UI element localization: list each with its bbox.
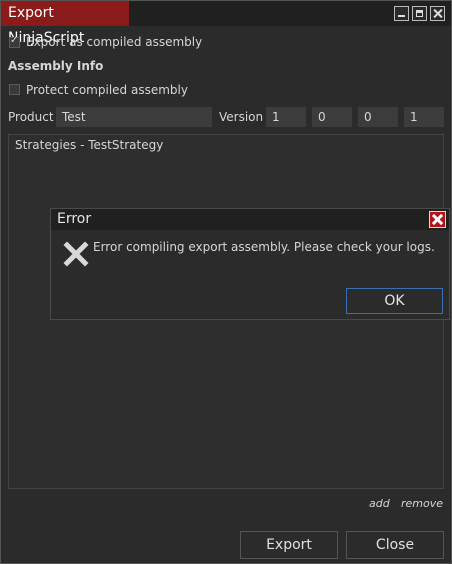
remove-link[interactable]: remove (401, 497, 443, 510)
list-item[interactable]: Strategies - TestStrategy (15, 138, 163, 152)
error-dialog-title: Error (57, 211, 92, 227)
product-label: Product (8, 110, 54, 124)
export-compiled-checkbox[interactable] (9, 35, 20, 48)
close-button[interactable]: Close (346, 531, 444, 559)
protect-assembly-checkbox[interactable] (9, 84, 20, 95)
export-compiled-label: Export as compiled assembly (26, 35, 203, 49)
protect-assembly-label: Protect compiled assembly (26, 83, 188, 97)
ok-button[interactable]: OK (346, 288, 443, 314)
version-label: Version (219, 110, 264, 124)
export-button[interactable]: Export (240, 531, 338, 559)
version-major-input[interactable]: 1 (266, 107, 306, 127)
export-ninjascript-window: Export NinjaScript Export as compiled as… (0, 0, 452, 564)
version-minor-input[interactable]: 0 (312, 107, 352, 127)
error-dialog: Error Error compiling export assembly. P… (50, 208, 450, 320)
assembly-info-heading: Assembly Info (8, 59, 104, 73)
error-dialog-title-bar: Error (51, 209, 449, 230)
close-icon[interactable] (430, 6, 445, 21)
version-revision-input[interactable]: 1 (404, 107, 444, 127)
maximize-icon[interactable] (412, 6, 427, 21)
close-icon[interactable] (429, 211, 446, 228)
minimize-icon[interactable] (394, 6, 409, 21)
error-x-icon (63, 241, 89, 267)
add-link[interactable]: add (369, 497, 390, 510)
product-input[interactable]: Test (56, 107, 212, 127)
version-build-input[interactable]: 0 (358, 107, 398, 127)
error-message: Error compiling export assembly. Please … (93, 240, 435, 254)
title-bar: Export NinjaScript (1, 1, 451, 46)
window-title: Export NinjaScript (1, 1, 129, 46)
